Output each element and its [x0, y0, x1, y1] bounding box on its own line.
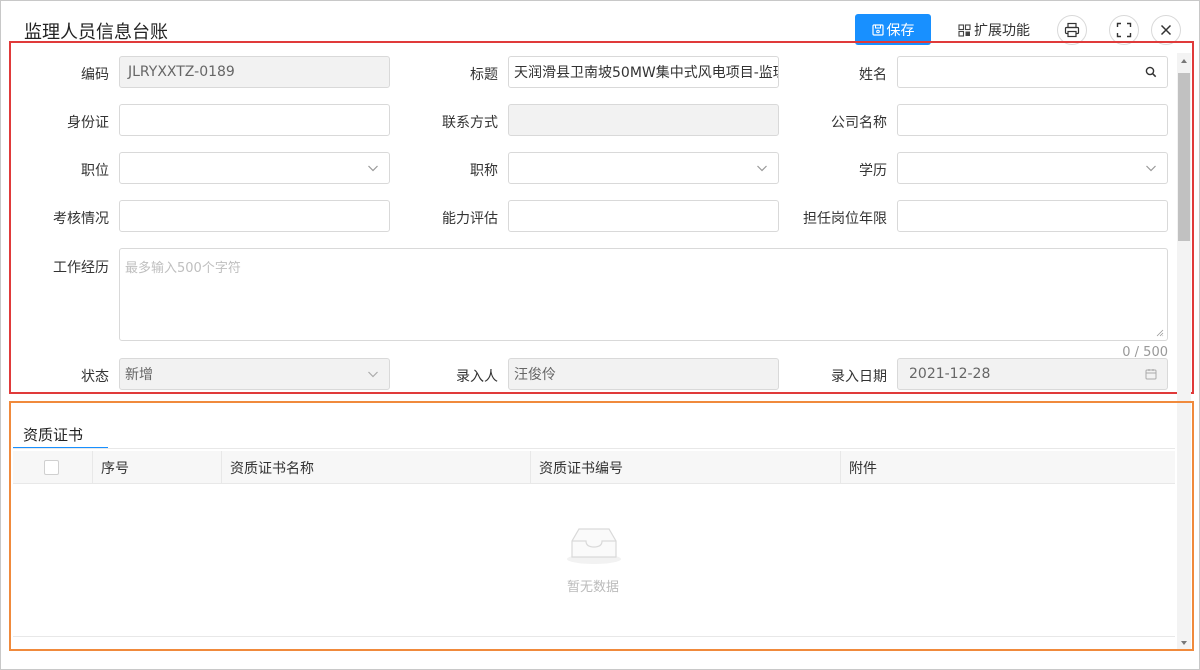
- contact-field: [508, 104, 779, 136]
- title-rank-select[interactable]: [508, 152, 779, 184]
- chevron-down-icon: [368, 371, 378, 378]
- calendar-icon: [1145, 369, 1157, 380]
- position-select[interactable]: [119, 152, 390, 184]
- scroll-up-arrow-icon[interactable]: [1180, 57, 1188, 65]
- entry-date-label: 录入日期: [831, 369, 887, 385]
- column-header-index: 序号: [93, 451, 222, 484]
- id-card-label: 身份证: [67, 115, 109, 131]
- entry-date-value: 2021-12-28: [909, 366, 991, 382]
- fullscreen-icon: [1116, 22, 1132, 38]
- years-label: 担任岗位年限: [803, 211, 887, 227]
- column-header-cert-name: 资质证书名称: [222, 451, 531, 484]
- select-all-cell: [13, 451, 93, 484]
- chevron-down-icon: [757, 165, 767, 172]
- save-icon: [871, 23, 884, 36]
- title-rank-label: 职称: [470, 163, 498, 179]
- search-icon[interactable]: [1145, 66, 1157, 78]
- name-lookup-field[interactable]: [897, 56, 1168, 88]
- experience-placeholder: 最多输入500个字符: [125, 261, 241, 276]
- ability-field[interactable]: [508, 200, 779, 232]
- assessment-field[interactable]: [119, 200, 390, 232]
- education-select[interactable]: [897, 152, 1168, 184]
- code-field: JLRYXXTZ-0189: [119, 56, 390, 88]
- ability-label: 能力评估: [442, 211, 498, 227]
- extend-icon: [958, 23, 971, 37]
- position-label: 职位: [81, 163, 109, 179]
- contact-label: 联系方式: [442, 115, 498, 131]
- empty-inbox-icon: [567, 528, 621, 564]
- experience-label: 工作经历: [53, 260, 109, 276]
- chevron-down-icon: [368, 165, 378, 172]
- dialog-window: 监理人员信息台账 保存 扩展功能 编码 JLRYXXTZ-0189 标题 天润滑…: [0, 0, 1200, 670]
- select-all-checkbox[interactable]: [44, 460, 59, 475]
- print-icon: [1064, 22, 1080, 38]
- name-label: 姓名: [859, 67, 887, 83]
- scrollbar-thumb[interactable]: [1178, 73, 1190, 241]
- status-label: 状态: [81, 369, 109, 385]
- education-label: 学历: [859, 163, 887, 179]
- code-label: 编码: [81, 67, 109, 83]
- resize-handle-icon[interactable]: [1156, 329, 1164, 337]
- experience-textarea[interactable]: 最多输入500个字符: [119, 248, 1168, 341]
- company-label: 公司名称: [831, 115, 887, 131]
- close-icon: [1160, 24, 1172, 36]
- entered-by-label: 录入人: [456, 369, 498, 385]
- chevron-down-icon: [1146, 165, 1156, 172]
- tab-certificates[interactable]: 资质证书: [13, 424, 108, 449]
- column-header-attachment: 附件: [849, 460, 877, 477]
- table-header: 序号 资质证书名称 资质证书编号 附件: [13, 451, 1175, 484]
- subject-label: 标题: [470, 67, 498, 83]
- company-field[interactable]: [897, 104, 1168, 136]
- status-select: 新增: [119, 358, 390, 390]
- empty-state-text: 暂无数据: [566, 580, 619, 595]
- subject-field[interactable]: 天润滑县卫南坡50MW集中式风电项目-监理: [508, 56, 779, 88]
- column-header-cert-number: 资质证书编号: [531, 451, 841, 484]
- extend-functions-button[interactable]: 扩展功能: [958, 20, 1030, 40]
- entry-date-field: 2021-12-28: [897, 358, 1168, 390]
- entered-by-field: 汪俊伶: [508, 358, 779, 390]
- extend-functions-label: 扩展功能: [974, 23, 1030, 39]
- years-field[interactable]: [897, 200, 1168, 232]
- tab-divider: [13, 448, 1175, 449]
- status-value: 新增: [125, 367, 153, 383]
- save-button-label: 保存: [886, 22, 915, 39]
- id-card-field[interactable]: [119, 104, 390, 136]
- assessment-label: 考核情况: [53, 211, 109, 227]
